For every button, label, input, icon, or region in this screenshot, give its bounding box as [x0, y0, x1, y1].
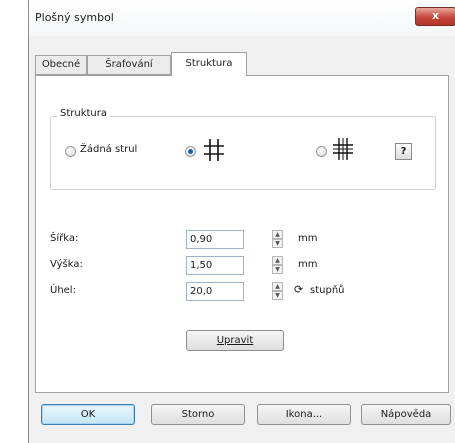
height-label: Výška: [50, 259, 83, 270]
radio-no-structure-label: Žádná strul [80, 144, 138, 155]
angle-input[interactable]: 20,0 [186, 282, 244, 301]
tab-struktura[interactable]: Struktura [171, 52, 247, 76]
edit-button[interactable]: Upravit [186, 330, 284, 351]
ok-button[interactable]: OK [41, 404, 135, 425]
edit-button-label: Upravit [216, 335, 254, 346]
angle-label: Úhel: [50, 285, 76, 296]
width-input[interactable]: 0,90 [186, 230, 244, 249]
width-spinner[interactable]: ▲ ▼ [272, 230, 283, 249]
width-unit: mm [298, 233, 318, 244]
radio-structure-cross[interactable] [316, 146, 327, 157]
title-bar[interactable]: Plošný symbol x [29, 0, 455, 36]
tab-obecne[interactable]: Obecné [35, 55, 87, 75]
icon-button[interactable]: Ikona... [257, 404, 351, 425]
tab-srafovani[interactable]: Šrafování [87, 55, 171, 75]
structure-group-legend: Struktura [57, 108, 111, 119]
radio-no-structure[interactable] [65, 146, 76, 157]
help-button[interactable]: Nápověda [361, 404, 451, 425]
angle-spinner[interactable]: ▲ ▼ [272, 282, 283, 301]
height-spinner[interactable]: ▲ ▼ [272, 256, 283, 275]
angle-unit: stupňů [310, 285, 345, 296]
height-input[interactable]: 1,50 [186, 256, 244, 275]
structure-help-button[interactable]: ? [395, 143, 412, 160]
rotate-icon: ⟳ [294, 283, 304, 296]
grid-cross-icon [333, 138, 353, 160]
radio-structure-hash[interactable] [185, 146, 196, 157]
height-unit: mm [298, 259, 318, 270]
window-title: Plošný symbol [35, 11, 114, 24]
tab-panel-struktura: Struktura Žádná strul ? Šířka: 0,90 ▲ ▼ … [35, 75, 449, 393]
structure-groupbox: Struktura Žádná strul ? [50, 108, 436, 190]
close-icon: x [431, 9, 440, 22]
grid-hash-icon [204, 139, 224, 161]
width-label: Šířka: [50, 233, 79, 244]
cancel-button[interactable]: Storno [151, 404, 245, 425]
close-button[interactable]: x [415, 7, 455, 26]
dialog-window: Plošný symbol x Obecné Šrafování Struktu… [28, 0, 455, 443]
